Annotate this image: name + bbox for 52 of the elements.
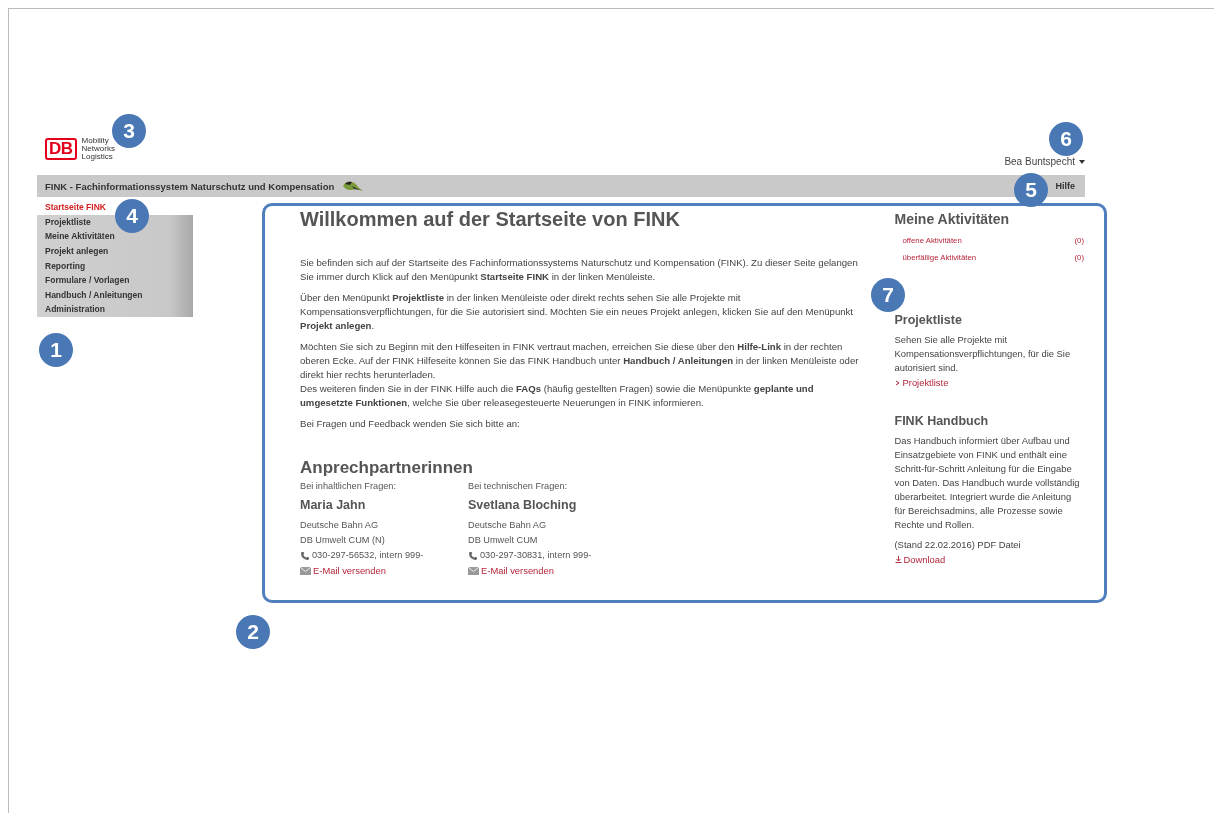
section-title: Anprechpartnerinnen <box>300 461 474 475</box>
email-link[interactable]: E-Mail versenden <box>481 563 554 578</box>
contact-name: Maria Jahn <box>300 498 366 512</box>
envelope-icon <box>468 566 479 575</box>
envelope-icon <box>300 566 311 575</box>
phone-icon <box>468 550 478 561</box>
contact-phone: 030-297-30831, intern 999- <box>480 549 592 562</box>
document-info: (Stand 22.02.2016) PDF Datei <box>894 538 1022 552</box>
menu-item[interactable]: Handbuch / Anleitungen <box>45 288 143 301</box>
contact-department: DB Umwelt CUM <box>468 534 538 547</box>
download-link[interactable]: Download <box>903 552 946 567</box>
user-menu[interactable]: Bea Buntspecht <box>1004 156 1085 167</box>
phone-icon <box>300 550 310 561</box>
contact-label: Bei inhaltlichen Fragen: <box>300 480 397 493</box>
bird-icon <box>340 179 365 193</box>
callout-badge: 6 <box>1049 122 1083 156</box>
section-title: Meine Aktivitäten <box>894 212 1011 226</box>
contact-name: Svetlana Bloching <box>468 498 577 512</box>
caret-icon <box>1079 159 1085 164</box>
download-icon <box>894 556 902 563</box>
contact-phone: 030-297-56532, intern 999- <box>312 549 424 562</box>
email-link[interactable]: E-Mail versenden <box>313 563 386 578</box>
contact-label: Bei technischen Fragen: <box>468 480 568 493</box>
paragraph: Möchten Sie sich zu Beginn mit den Hilfeseiten in FINK vertraut machen, erreichen Sie diese über den Hilfe-Link in der rechten oberen Ecke. Auf der FINK Hilfeseite können Sie das FINK Handbuch unter Handbuch / Anleitungen in der linken Menüleiste oder direkt hier rechts herunterladen. <box>300 340 859 382</box>
menu-item[interactable]: Startseite FINK <box>45 201 106 214</box>
section-title: FINK Handbuch <box>894 414 990 428</box>
logo-mark: DB <box>45 138 77 160</box>
menu-item[interactable]: Formulare / Vorlagen <box>45 274 130 287</box>
menu-item[interactable]: Projektliste <box>45 215 91 228</box>
paragraph: Sie befinden sich auf der Startseite des Fachinformationssystems Naturschutz und Kompensation (FINK). Zu dieser Seite gelangen Sie immer durch Klick auf den Menüpunkt Startseite FINK in der linken Menüleiste. <box>300 256 859 284</box>
callout-badge: 2 <box>236 615 270 649</box>
project-list-link[interactable]: Projektliste <box>902 375 949 390</box>
contact-department: DB Umwelt CUM (N) <box>300 534 385 547</box>
section-title: Projektliste <box>894 313 963 327</box>
menu-item[interactable]: Projekt anlegen <box>45 245 109 258</box>
section-text: Sehen Sie alle Projekte mit Kompensationsverpflichtungen, für die Sie autorisiert sind. <box>894 333 1072 375</box>
callout-badge: 7 <box>871 278 905 312</box>
menu-item[interactable]: Administration <box>45 303 105 316</box>
paragraph: Des weiteren finden Sie in der FINK Hilfe auch die FAQs (häufig gestellten Fragen) sowie die Menüpunkte geplante und umgesetzte Funktionen, welche Sie über releasegesteuerte Neuerungen in FINK informieren. <box>300 382 815 410</box>
menu-item[interactable]: Meine Aktivitäten <box>45 230 115 243</box>
contact-company: Deutsche Bahn AG <box>300 519 379 532</box>
logo-text: Mobility Networks Logistics <box>81 137 115 161</box>
paragraph: Bei Fragen und Feedback wenden Sie sich bitte an: <box>300 417 521 431</box>
section-text: Das Handbuch informiert über Aufbau und Einsatzgebiete von FINK und enthält eine Schritt-für-Schritt Anleitung für die Eingabe von Daten. Das Handbuch wurde vollständig überarbeitet. Integriert wurde die Anleitung für Bereichsadmins, alle Prozesse sowie Rechte und Rollen. <box>894 434 1081 532</box>
menu-item[interactable]: Reporting <box>45 259 86 272</box>
contact-company: Deutsche Bahn AG <box>468 519 547 532</box>
callout-badge: 3 <box>112 114 146 148</box>
paragraph: Über den Menüpunkt Projektliste in der linken Menüleiste oder direkt rechts sehen Sie alle Projekte mit Kompensationsverpflichtungen, für die Sie autorisiert sind. Möchten Sie ein neues Projekt anlegen, klicken Sie auf den Menüpunkt Projekt anlegen. <box>300 291 855 333</box>
page-title: Willkommen auf der Startseite von FINK <box>300 212 681 226</box>
help-link[interactable]: Hilfe <box>1055 181 1075 191</box>
app-title: FINK - Fachinformationssystem Naturschutz und Kompensation <box>45 180 335 192</box>
callout-badge: 1 <box>39 333 73 367</box>
